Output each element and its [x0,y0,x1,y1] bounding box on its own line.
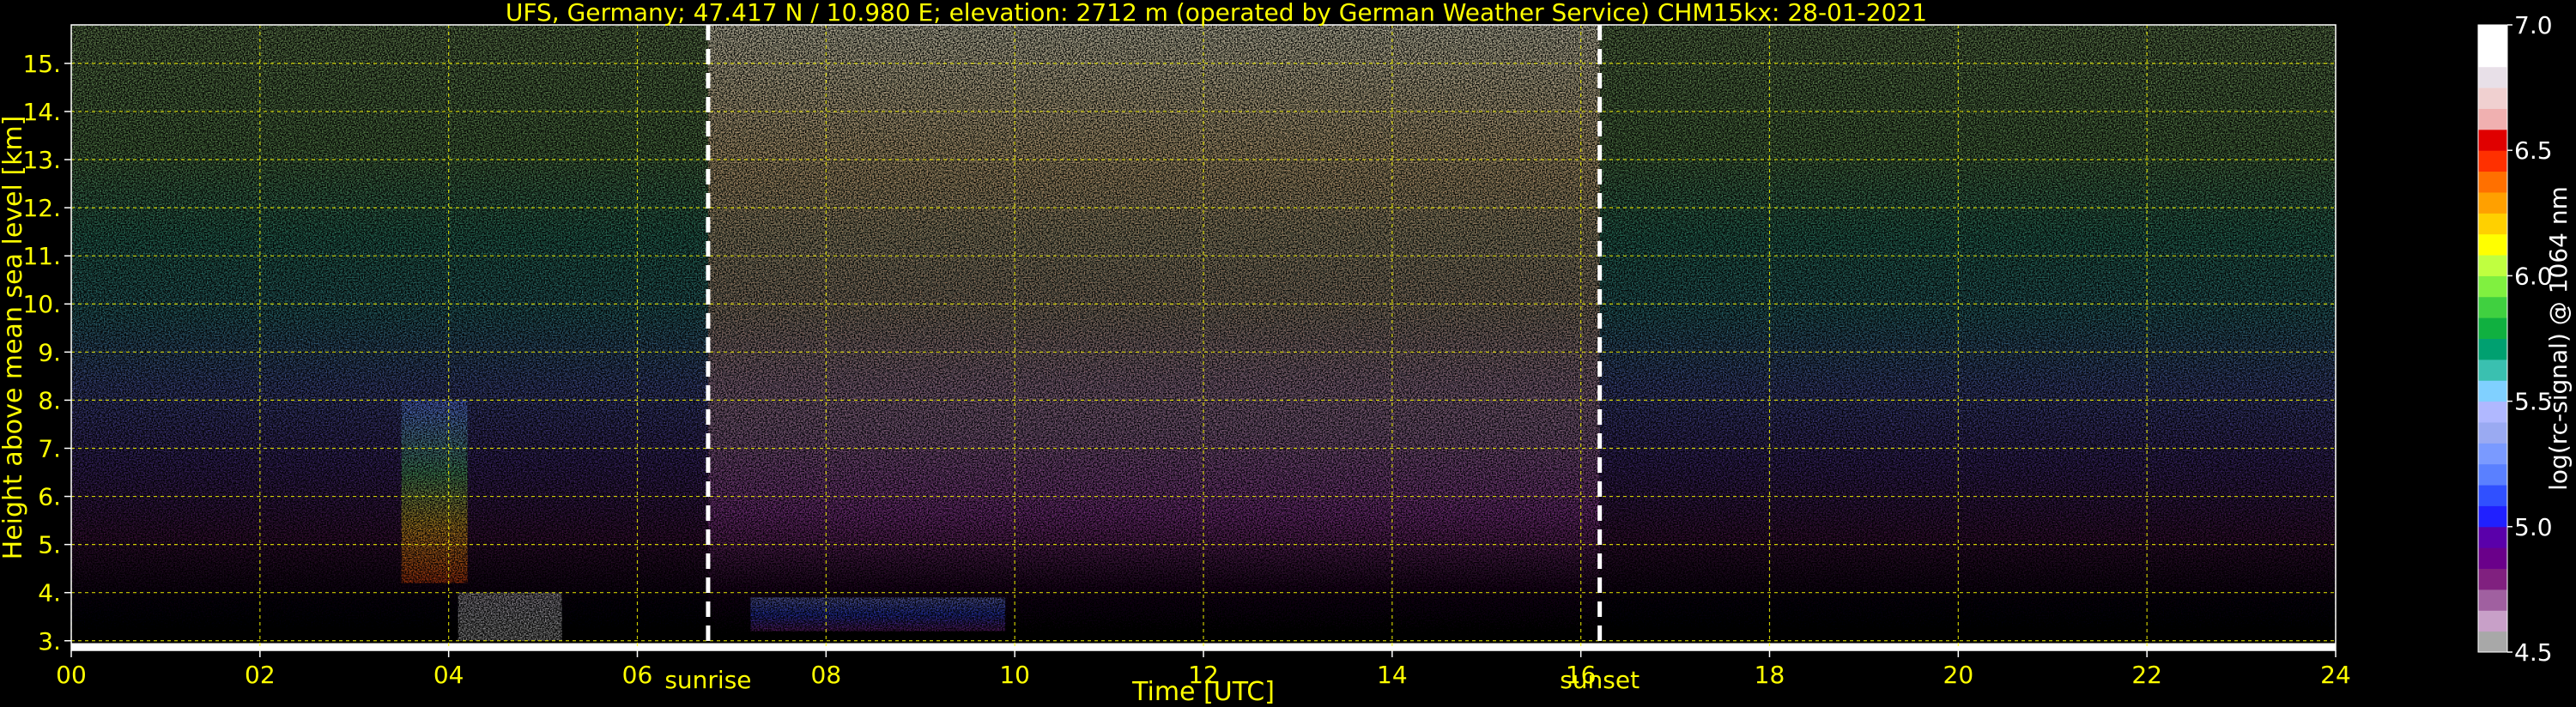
y-tick-label: 3. [38,627,61,656]
y-tick-label: 8. [38,386,61,414]
plot-area [71,25,2336,650]
colorbar-segment [2478,88,2507,109]
colorbar-segment [2478,108,2507,130]
colorbar-segment [2478,296,2507,318]
colorbar-segment [2478,380,2507,402]
x-tick-label: 20 [1943,661,1974,689]
y-tick-label: 9. [38,338,61,366]
feature-lower-cloud [458,592,562,641]
y-tick-label: 11. [22,242,61,270]
colorbar-segment [2478,129,2507,151]
colorbar-segment [2478,421,2507,444]
colorbar-segment [2478,171,2507,193]
y-tick-label: 13. [22,146,61,174]
colorbar-segment [2478,505,2507,528]
x-tick-label: 08 [811,661,842,689]
colorbar-tick-label: 5.0 [2514,513,2553,541]
y-tick-label: 12. [22,194,61,222]
y-tick-label: 4. [38,579,61,607]
colorbar-segment [2478,150,2507,172]
colorbar-segment [2478,547,2507,570]
colorbar-segment [2478,275,2507,298]
colorbar: 4.55.05.56.06.57.0log(rc-signal) @ 1064 … [2477,11,2573,667]
colorbar-segment [2478,45,2507,68]
colorbar-segment [2478,25,2507,46]
colorbar-segment [2478,568,2507,590]
colorbar-segment [2478,233,2507,256]
sunrise-label: sunrise [664,666,751,694]
chart-canvas: 4.5 5.0 5.5 6.0 6.5 7.0 log(rc-signal) @ 1064 … [0,0,2576,707]
colorbar-segment [2478,338,2507,360]
y-tick-label: 14. [22,98,61,126]
feature-cloud-layer [401,400,468,583]
chart-title: UFS, Germany; 47.417 N / 10.980 E; eleva… [506,0,1927,27]
lidar-ceilometer-chart: 4.55.05.56.06.57.0log(rc-signal) @ 1064 … [0,0,2573,707]
x-tick-label: 14 [1377,661,1408,689]
colorbar-tick-label: 4.5 [2514,638,2553,667]
colorbar-label: log(rc-signal) @ 1064 nm [2544,186,2573,491]
colorbar-segment [2478,589,2507,611]
y-tick-label: 6. [38,483,61,511]
y-tick-label: 10. [22,290,61,318]
colorbar-segment [2478,359,2507,381]
colorbar-segment [2478,463,2507,486]
x-tick-label: 06 [622,661,653,689]
colorbar-segment [2478,610,2507,632]
colorbar-segment [2478,191,2507,214]
x-tick-label: 10 [999,661,1030,689]
x-tick-label: 18 [1755,661,1785,689]
colorbar-segment [2478,485,2507,506]
colorbar-segment [2478,255,2507,276]
x-tick-label: 24 [2320,661,2351,689]
colorbar-tick-label: 6.5 [2514,136,2553,165]
x-axis-label: Time [UTC] [1131,677,1275,707]
feature-boundary-layer [750,597,1006,631]
sunset-label: sunset [1560,666,1640,694]
signal-field-day [707,25,1600,650]
colorbar-segment [2478,317,2507,339]
colorbar-segment [2478,526,2507,548]
y-axis-label: Height above mean sea level [km] [0,116,28,560]
x-tick-label: 04 [433,661,464,689]
colorbar-segment [2478,213,2507,235]
colorbar-segment [2478,401,2507,423]
colorbar-segment [2478,66,2507,88]
x-tick-label: 22 [2131,661,2162,689]
colorbar-tick-label: 7.0 [2514,11,2553,39]
y-tick-label: 5. [38,531,61,559]
x-tick-label: 00 [56,661,87,689]
x-tick-label: 02 [245,661,276,689]
colorbar-segment [2478,443,2507,465]
colorbar-segment [2478,631,2507,653]
y-tick-label: 15. [22,50,61,78]
y-tick-label: 7. [38,434,61,462]
